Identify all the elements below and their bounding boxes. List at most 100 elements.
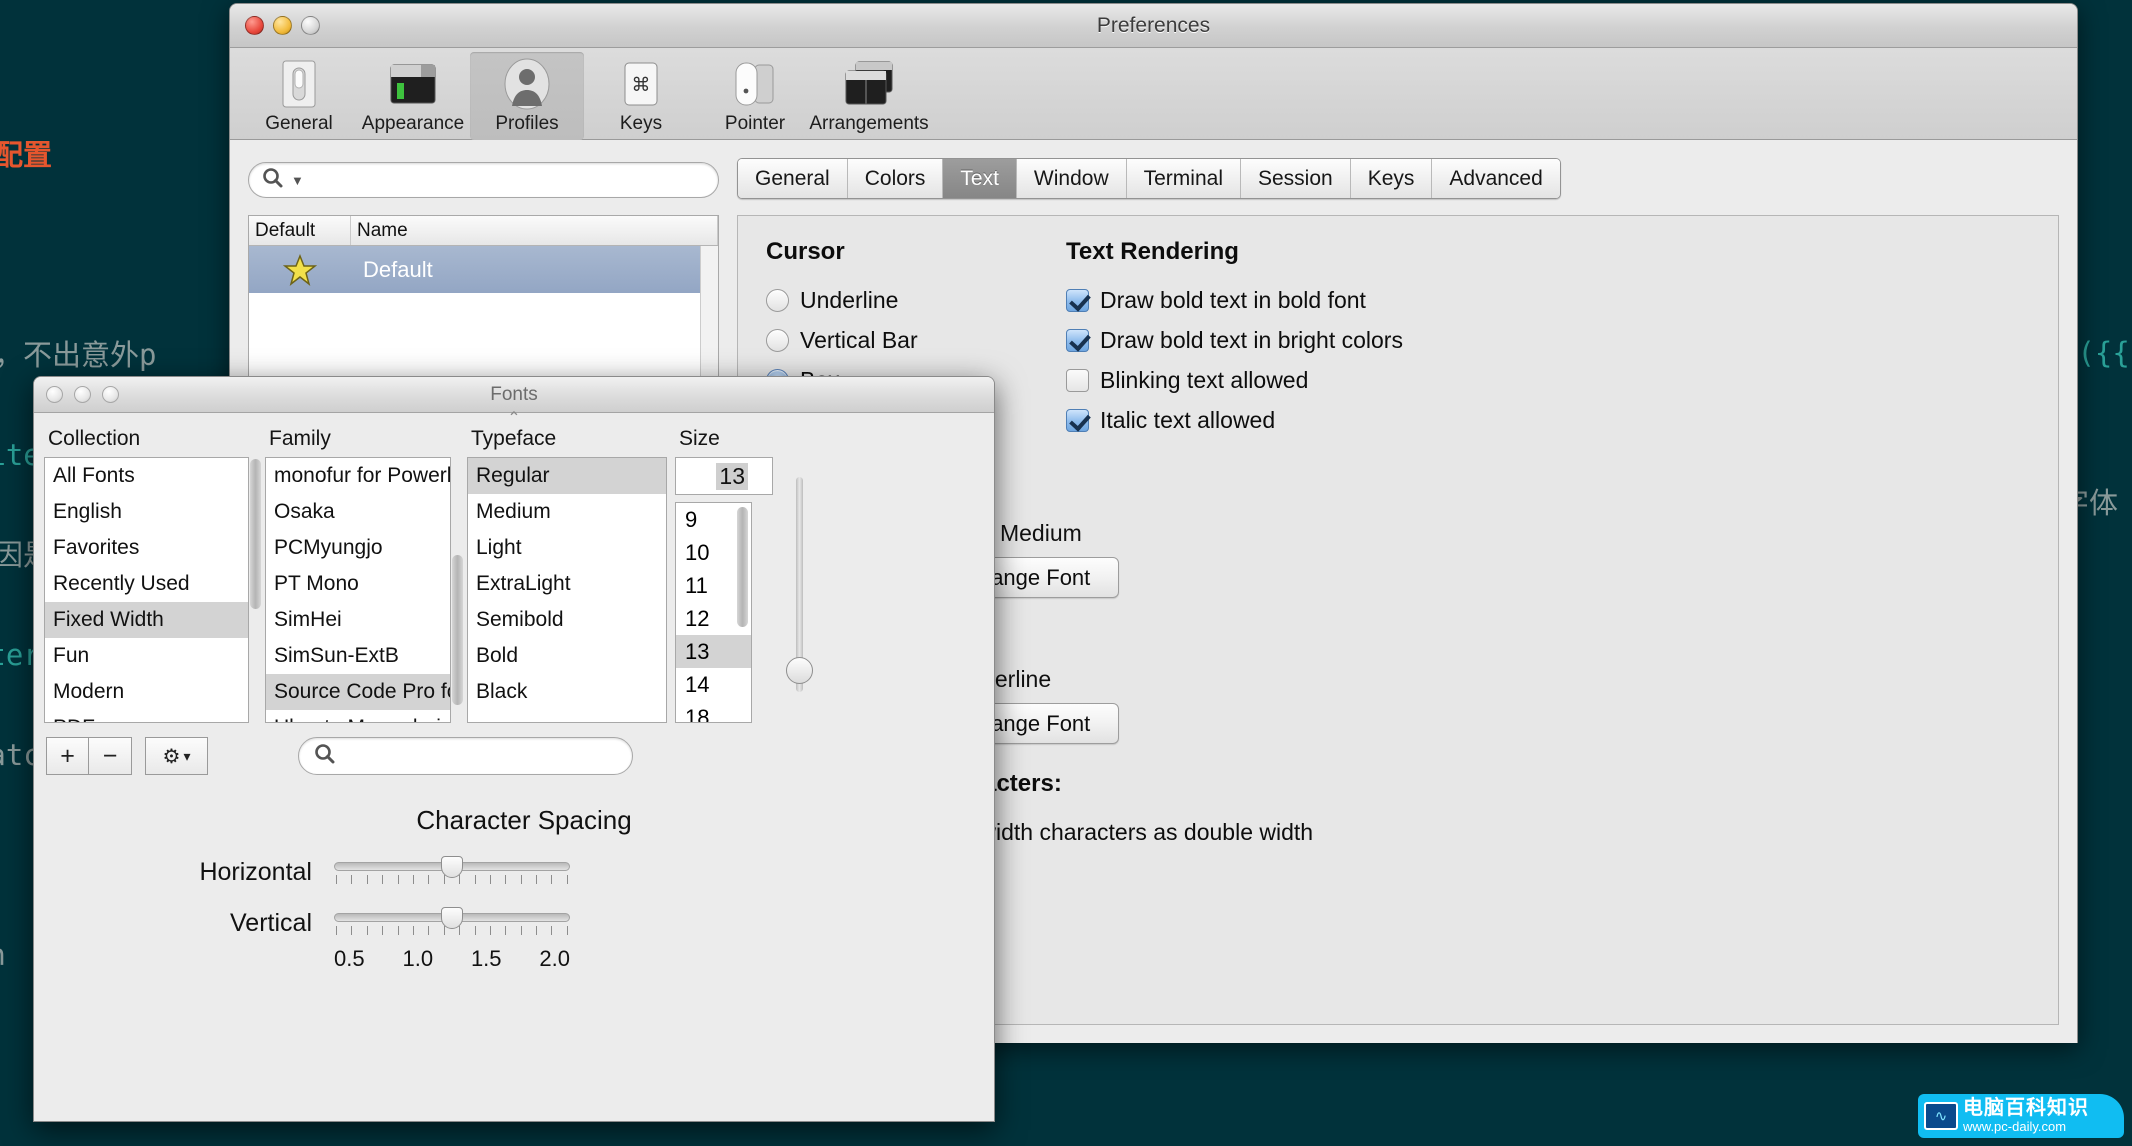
list-item[interactable]: All Fonts xyxy=(45,458,248,494)
table-row[interactable]: Default xyxy=(249,246,718,293)
scale-label: 2.0 xyxy=(539,946,570,971)
toolbar-item-arrangements[interactable]: Arrangements xyxy=(809,52,929,140)
tab-colors[interactable]: Colors xyxy=(847,159,944,198)
fonts-search-field[interactable] xyxy=(298,737,633,775)
typeface-list[interactable]: Regular Medium Light ExtraLight Semibold… xyxy=(467,457,667,723)
spacing-scale-labels: 0.5 1.0 1.5 2.0 xyxy=(334,946,570,972)
checkbox-label: Blinking text allowed xyxy=(1100,366,1309,393)
family-list[interactable]: monofur for Powerline Osaka PCMyungjo PT… xyxy=(265,457,451,723)
list-item-selected[interactable]: Regular xyxy=(468,458,666,494)
fonts-search-input[interactable] xyxy=(339,744,632,768)
list-item-selected[interactable]: Fixed Width xyxy=(45,602,248,638)
toolbar-item-profiles[interactable]: Profiles xyxy=(470,52,584,140)
list-item[interactable]: Medium xyxy=(468,494,666,530)
horizontal-spacing-slider[interactable] xyxy=(334,855,570,884)
toolbar-item-general[interactable]: General xyxy=(242,52,356,140)
tab-terminal[interactable]: Terminal xyxy=(1126,159,1241,198)
checkbox-italic-text-allowed[interactable]: Italic text allowed xyxy=(1066,400,2030,440)
list-item[interactable]: Recently Used xyxy=(45,566,248,602)
settings-tabbar: General Colors Text Window Terminal Sess… xyxy=(737,158,1561,199)
list-item[interactable]: English xyxy=(45,494,248,530)
radio-icon xyxy=(766,328,789,352)
watermark-badge: ∿ 电脑百科知识 www.pc-daily.com xyxy=(1918,1093,2124,1138)
mouse-icon xyxy=(730,58,780,110)
checkbox-draw-bold-in-bright-colors[interactable]: Draw bold text in bright colors xyxy=(1066,320,2030,360)
size-input[interactable]: 13 xyxy=(675,457,773,495)
list-item[interactable]: Ubuntu Mono derivativ xyxy=(266,710,450,722)
list-item[interactable]: Favorites xyxy=(45,530,248,566)
tab-text[interactable]: Text xyxy=(943,159,1017,198)
toolbar-item-label: Pointer xyxy=(724,113,786,134)
collection-scrollbar[interactable] xyxy=(249,425,265,723)
tab-advanced[interactable]: Advanced xyxy=(1432,159,1560,198)
toolbar-item-label: Profiles xyxy=(495,113,559,134)
list-item[interactable]: SimHei xyxy=(266,602,450,638)
terminal-line: 字体配置 xyxy=(0,138,53,172)
search-icon xyxy=(261,166,287,195)
watermark-url: www.pc-daily.com xyxy=(1963,1119,2067,1134)
tab-general[interactable]: General xyxy=(738,159,848,198)
radio-underline[interactable]: Underline xyxy=(766,280,1066,320)
add-collection-button[interactable]: + xyxy=(46,737,89,775)
radio-label: Vertical Bar xyxy=(800,326,918,353)
list-item[interactable]: SimSun-ExtB xyxy=(266,638,450,674)
toolbar-item-label: Appearance xyxy=(361,113,465,134)
toolbar-item-appearance[interactable]: Appearance xyxy=(356,52,470,140)
list-item[interactable]: Light xyxy=(468,530,666,566)
checkbox-icon xyxy=(1066,288,1089,312)
slider-knob[interactable] xyxy=(441,906,463,929)
profile-name: Default xyxy=(363,256,433,282)
svg-text:⌘: ⌘ xyxy=(632,74,651,96)
family-scrollbar[interactable] xyxy=(451,425,467,723)
list-item[interactable]: Bold xyxy=(468,638,666,674)
tab-session[interactable]: Session xyxy=(1240,159,1351,198)
size-list-scrollbar[interactable] xyxy=(736,507,749,718)
list-item[interactable]: Semibold xyxy=(468,602,666,638)
tab-window[interactable]: Window xyxy=(1016,159,1127,198)
list-item[interactable]: PT Mono xyxy=(266,566,450,602)
size-list[interactable]: 9 10 11 12 13 14 18 24 xyxy=(675,502,752,723)
list-item[interactable]: Black xyxy=(468,674,666,710)
text-rendering-section: Text Rendering Draw bold text in bold fo… xyxy=(1066,238,2030,452)
slider-knob[interactable] xyxy=(441,855,463,878)
collection-add-remove: + − xyxy=(46,737,132,775)
list-item[interactable]: PCMyungjo xyxy=(266,530,450,566)
profiles-search-input[interactable] xyxy=(303,168,706,192)
preferences-titlebar[interactable]: Preferences xyxy=(230,4,2077,48)
tab-keys[interactable]: Keys xyxy=(1350,159,1433,198)
column-header-name[interactable]: Name xyxy=(351,216,718,245)
size-slider-knob[interactable] xyxy=(786,657,813,684)
list-item[interactable]: Osaka xyxy=(266,494,450,530)
list-item[interactable]: Modern xyxy=(45,674,248,710)
remove-collection-button[interactable]: − xyxy=(89,737,132,775)
text-rendering-heading: Text Rendering xyxy=(1066,238,1239,265)
toolbar-item-pointer[interactable]: Pointer xyxy=(698,52,812,140)
list-item[interactable]: Fun xyxy=(45,638,248,674)
keyboard-icon: ⌘ xyxy=(619,58,663,110)
vertical-spacing-slider[interactable] xyxy=(334,906,570,935)
scale-label: 1.5 xyxy=(470,946,502,971)
terminal-line: nts xyxy=(0,1130,236,1146)
checkbox-blinking-text-allowed[interactable]: Blinking text allowed xyxy=(1066,360,2030,400)
collection-list[interactable]: All Fonts English Favorites Recently Use… xyxy=(44,457,249,723)
list-item[interactable]: monofur for Powerline xyxy=(266,458,450,494)
size-slider[interactable] xyxy=(783,477,815,692)
radio-icon xyxy=(766,288,789,312)
scale-label: 0.5 xyxy=(334,946,365,971)
toolbar-item-keys[interactable]: ⌘ Keys xyxy=(584,52,698,140)
list-item-selected[interactable]: Source Code Pro for Po xyxy=(266,674,450,710)
column-header-default[interactable]: Default xyxy=(249,216,351,245)
profiles-search-field[interactable]: ▼ xyxy=(248,162,719,198)
search-caret-icon[interactable]: ▼ xyxy=(291,173,304,188)
cursor-heading: Cursor xyxy=(766,238,845,265)
toolbar-item-label: Keys xyxy=(619,113,663,134)
radio-vertical-bar[interactable]: Vertical Bar xyxy=(766,320,1066,360)
action-menu-button[interactable]: ⚙ ▾ xyxy=(145,737,208,775)
checkbox-draw-bold-in-bold-font[interactable]: Draw bold text in bold font xyxy=(1066,280,2030,320)
typeface-header: Typeface xyxy=(471,427,557,450)
resize-grip-icon[interactable]: ⌃ xyxy=(34,411,994,427)
list-item[interactable]: PDF xyxy=(45,710,248,722)
fonts-panel-titlebar[interactable]: Fonts xyxy=(34,377,994,413)
list-item[interactable]: ExtraLight xyxy=(468,566,666,602)
